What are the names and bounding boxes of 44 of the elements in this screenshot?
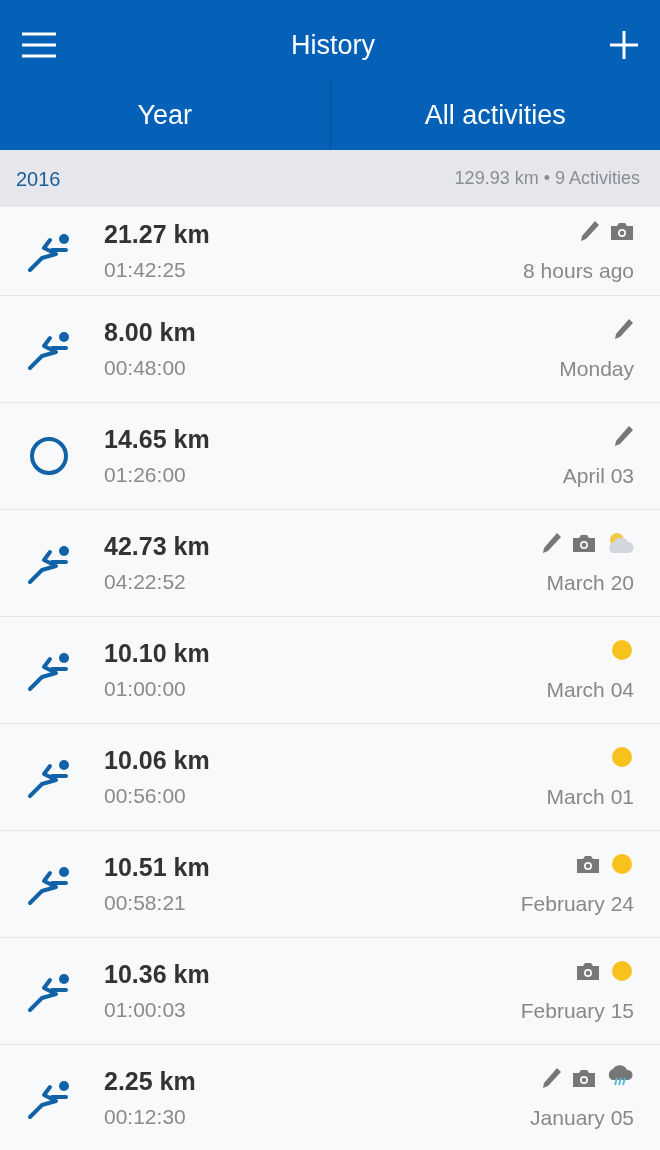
distance-text: 8.00 km [104,317,196,348]
camera-icon[interactable] [572,533,596,554]
date-text: April 03 [562,463,634,489]
date-text: January 05 [530,1105,634,1131]
camera-icon[interactable] [576,961,600,982]
add-icon[interactable] [610,31,638,59]
duration-text: 01:00:00 [104,676,187,702]
duration-text: 00:58:21 [104,890,187,916]
duration-text: 00:48:00 [104,355,187,381]
duration-text: 01:26:00 [104,462,187,488]
distance-text: 10.06 km [104,745,210,776]
date-text: March 04 [546,677,634,703]
year-label: 2016 [16,166,61,192]
duration-text: 00:12:30 [104,1104,187,1130]
distance-text: 14.65 km [104,424,210,455]
distance-text: 10.36 km [104,959,210,990]
date-text: March 01 [546,784,634,810]
date-text: Monday [559,356,634,382]
distance-text: 2.25 km [104,1066,196,1097]
duration-text: 00:56:00 [104,783,187,809]
menu-icon[interactable] [22,32,56,58]
date-text: February 24 [520,891,634,917]
duration-text: 01:00:03 [104,997,187,1023]
distance-text: 21.27 km [104,219,210,250]
date-text: 8 hours ago [523,258,634,284]
distance-text: 42.73 km [104,531,210,562]
date-text: February 15 [520,998,634,1024]
camera-icon[interactable] [610,221,634,242]
pencil-icon[interactable] [614,425,634,448]
duration-text: 04:22:52 [104,569,187,595]
distance-text: 10.51 km [104,852,210,883]
tab[interactable]: All activities [330,80,660,150]
tab[interactable]: Year [0,80,330,150]
screen-title: History [291,28,375,62]
date-text: March 20 [545,570,634,596]
year-summary: 129.93 km • 9 Activities [454,167,640,190]
pencil-icon[interactable] [614,318,634,341]
pencil-icon[interactable] [580,220,600,243]
pencil-icon[interactable] [542,1067,562,1090]
duration-text: 01:42:25 [104,257,187,283]
camera-icon[interactable] [572,1068,596,1089]
pencil-icon[interactable] [542,532,562,555]
distance-text: 10.10 km [104,638,210,669]
camera-icon[interactable] [576,854,600,875]
